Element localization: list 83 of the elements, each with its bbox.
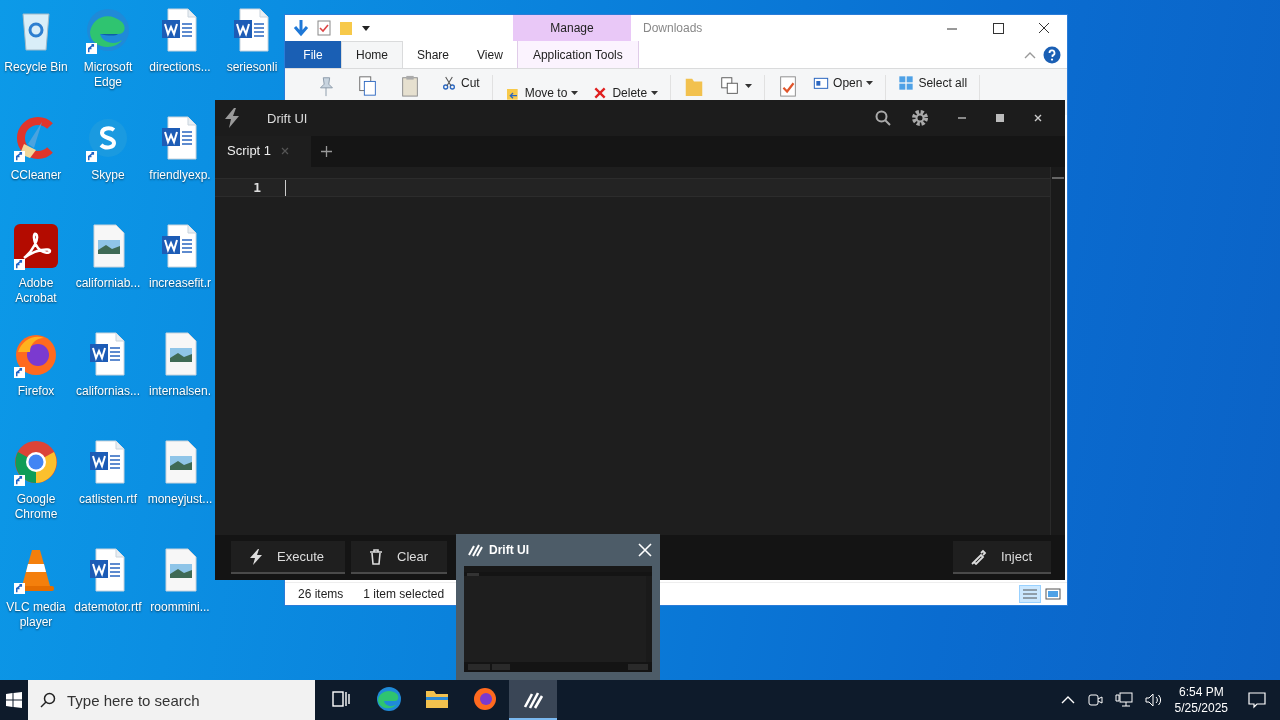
icon-label[interactable]: datemotor.rtf xyxy=(74,600,142,615)
caret-icon[interactable] xyxy=(361,23,371,33)
icon-label[interactable]: catlisten.rtf xyxy=(79,492,137,507)
clock-date[interactable]: 5/25/2025 xyxy=(1174,700,1228,716)
lightning-icon xyxy=(223,108,241,128)
clock-time[interactable]: 6:54 PM xyxy=(1178,684,1224,700)
icon-label[interactable]: increasefit.r xyxy=(149,276,211,291)
search-field[interactable]: Type here to search xyxy=(28,680,315,720)
caret-icon[interactable] xyxy=(866,80,874,86)
icon-label[interactable]: roommini... xyxy=(150,600,210,615)
icon-label[interactable]: californiab... xyxy=(75,276,141,291)
script-tab[interactable]: Script 1 xyxy=(215,136,312,167)
ribbon-command[interactable]: Select all xyxy=(918,76,968,90)
line-number: 1 xyxy=(252,180,261,195)
window-icon[interactable] xyxy=(813,75,830,91)
icon-label[interactable]: Recycle Bin xyxy=(4,60,68,75)
notification-icon[interactable] xyxy=(1248,691,1266,709)
fox-globe-icon[interactable] xyxy=(472,686,498,712)
icon-label[interactable]: Firefox xyxy=(17,384,55,399)
maximize-icon[interactable] xyxy=(995,113,1005,123)
document-curve-icon[interactable] xyxy=(12,222,60,270)
execute-button[interactable]: Execute xyxy=(231,541,345,574)
icon-label[interactable]: moneyjust... xyxy=(147,492,213,507)
search-icon xyxy=(40,692,56,708)
windows-logo-icon[interactable] xyxy=(6,692,22,708)
copy-icon[interactable] xyxy=(357,75,379,97)
context-tab-header: Manage xyxy=(513,15,631,41)
icon-label[interactable]: VLC media player xyxy=(0,600,72,630)
lightning-icon xyxy=(249,548,263,565)
help-icon[interactable] xyxy=(1043,45,1061,64)
ribbon-command[interactable]: Open xyxy=(833,76,863,90)
ribbon-tab[interactable]: File xyxy=(285,41,341,68)
settings-icon[interactable] xyxy=(911,109,929,127)
caret-icon[interactable] xyxy=(745,83,753,89)
icon-label[interactable]: friendlyexp. xyxy=(149,168,211,183)
speaker-icon[interactable] xyxy=(1144,692,1163,708)
taskbar-preview[interactable]: Drift UI xyxy=(456,534,660,680)
window-title: Downloads xyxy=(642,20,704,37)
clear-button[interactable]: Clear xyxy=(351,541,447,574)
window-title: Drift UI xyxy=(267,110,308,126)
wave-globe-icon[interactable] xyxy=(84,6,132,54)
caret-icon[interactable] xyxy=(651,90,659,96)
clipboard-icon[interactable] xyxy=(399,75,421,97)
caret-icon[interactable] xyxy=(571,90,579,96)
trash-icon xyxy=(369,548,383,565)
network-icon[interactable] xyxy=(1114,692,1133,708)
ribbon-tab[interactable]: Share xyxy=(403,41,464,68)
grid-icon[interactable] xyxy=(898,75,915,91)
icon-label[interactable]: Skype xyxy=(91,168,125,183)
icon-label[interactable]: Microsoft Edge xyxy=(72,60,144,90)
icon-label[interactable]: Google Chrome xyxy=(0,492,72,522)
ribbon-tab[interactable]: Home xyxy=(341,41,403,68)
tab-label[interactable]: Script 1 xyxy=(227,143,272,158)
download-arrow-icon[interactable] xyxy=(293,19,309,37)
icon-label[interactable]: directions... xyxy=(149,60,211,75)
icon-label[interactable]: Adobe Acrobat xyxy=(0,276,72,306)
ribbon-command[interactable]: Move to xyxy=(524,86,568,100)
scrollbar[interactable] xyxy=(1050,167,1065,535)
icon-label[interactable]: internalsen. xyxy=(148,384,211,399)
icon-label[interactable]: CCleaner xyxy=(10,168,62,183)
stripes-icon xyxy=(467,543,483,557)
ribbon-tab[interactable]: View xyxy=(463,41,517,68)
taskbar-button[interactable] xyxy=(509,680,557,720)
syringe-icon xyxy=(971,548,987,565)
large-icons-view-icon[interactable] xyxy=(1045,587,1061,601)
wave-globe-icon[interactable] xyxy=(376,686,402,712)
scissors-icon[interactable] xyxy=(441,75,457,91)
ribbon-command[interactable]: Cut xyxy=(461,76,480,90)
camera-icon[interactable] xyxy=(1086,692,1103,708)
ribbon-tab[interactable]: Application Tools xyxy=(516,41,639,68)
icon-label[interactable]: seriesonli xyxy=(226,60,278,75)
inject-button[interactable]: Inject xyxy=(953,541,1051,574)
status-text: 1 item selected xyxy=(363,587,445,601)
ribbon-command[interactable]: Delete xyxy=(612,86,648,100)
text-cursor xyxy=(285,179,286,196)
plus-icon[interactable] xyxy=(321,146,333,157)
chevron-up-icon[interactable] xyxy=(1060,695,1075,705)
checkmark-page-icon[interactable] xyxy=(317,20,331,36)
search-icon[interactable] xyxy=(875,110,891,126)
icon-label[interactable]: californias... xyxy=(76,384,140,399)
status-text: 26 items xyxy=(298,587,344,601)
ring-globe-icon[interactable] xyxy=(12,438,60,486)
preview-title: Drift UI xyxy=(489,543,529,557)
